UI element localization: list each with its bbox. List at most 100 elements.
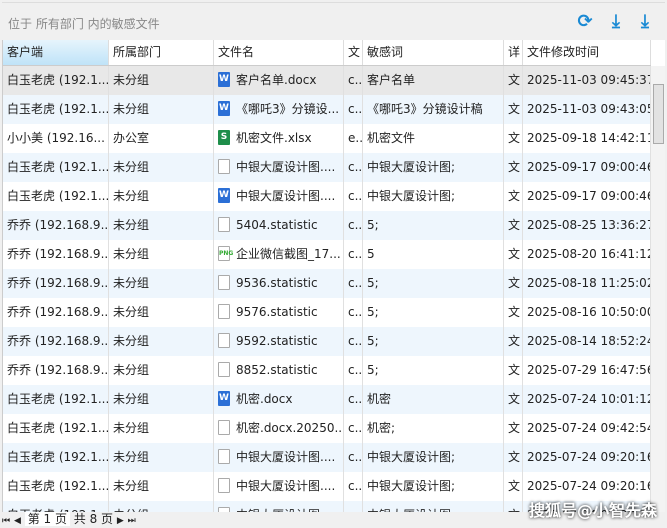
client-text: 白玉老虎 (192.1... xyxy=(7,73,109,87)
client-text: 白玉老虎 (192.1... xyxy=(7,450,109,464)
modified-time-text: 2025-09-18 14:42:11 xyxy=(527,131,651,145)
cell-type: c.. xyxy=(344,153,363,182)
cell-keyword: 5; xyxy=(363,327,504,356)
cell-file: 5404.statistic xyxy=(214,211,344,240)
cell-dept: 未分组 xyxy=(109,269,214,298)
cell-modified-time: 2025-11-03 09:45:37 xyxy=(523,66,651,95)
file-text: 机密.docx xyxy=(236,392,293,406)
dept-text: 未分组 xyxy=(113,450,150,464)
cell-file: 中银大厦设计图.... xyxy=(214,443,344,472)
cell-modified-time: 2025-08-18 11:25:02 xyxy=(523,269,651,298)
modified-time-text: 2025-08-18 11:25:02 xyxy=(527,276,651,290)
dept-text: 未分组 xyxy=(113,218,150,232)
cell-client: 乔乔 (192.168.9... xyxy=(3,240,109,269)
refresh-icon[interactable]: ⟳ xyxy=(574,11,596,33)
cell-dept: 未分组 xyxy=(109,443,214,472)
keyword-text: 5; xyxy=(367,218,379,232)
cell-keyword: 机密; xyxy=(363,414,504,443)
dept-text: 未分组 xyxy=(113,363,150,377)
table-row[interactable]: 乔乔 (192.168.9... 未分组 PNG 企业微信截图_17... c.. 5 文 2… xyxy=(3,240,651,269)
cell-client: 白玉老虎 (192.1... xyxy=(3,66,109,95)
table-row[interactable]: 白玉老虎 (192.1... 未分组 机密.docx.20250... c.. 机密; 文… xyxy=(3,414,651,443)
cell-keyword: 5; xyxy=(363,298,504,327)
client-text: 白玉老虎 (192.1... xyxy=(7,189,109,203)
file-text: 9536.statistic xyxy=(236,276,318,290)
cell-client: 乔乔 (192.168.9... xyxy=(3,211,109,240)
keyword-text: 中银大厦设计图; xyxy=(367,189,456,203)
cell-dept: 未分组 xyxy=(109,66,214,95)
detail-text: 文 xyxy=(508,102,521,116)
cell-modified-time: 2025-11-03 09:43:05 xyxy=(523,95,651,124)
table-row[interactable]: 乔乔 (192.168.9... 未分组 9536.statistic c.. 5; 文 2… xyxy=(3,269,651,298)
table-row[interactable]: 白玉老虎 (192.1... 未分组 W 中银大厦设计图.... c.. 中银大厦设计图;… xyxy=(3,182,651,211)
table-row[interactable]: 白玉老虎 (192.1... 未分组 W 客户名单.docx c.. 客户名单 文 2025-… xyxy=(3,66,651,95)
sensitive-files-table: 客户端 所属部门 文件名文敏感词详文件修改时间 白玉老虎 (192.1... 未分组 W… xyxy=(2,40,665,512)
table-row[interactable]: 白玉老虎 (192.1... 未分组 W 《哪吒3》分镜设... c.. 《哪吒3》分镜设… xyxy=(3,95,651,124)
column-header-file[interactable]: 文件名 xyxy=(214,40,344,65)
modified-time-text: 2025-08-20 16:41:12 xyxy=(527,247,651,261)
file-text: 企业微信截图_17... xyxy=(236,247,341,261)
download-icon[interactable]: ⤓ xyxy=(605,11,627,33)
cell-file: 机密.docx.20250... xyxy=(214,414,344,443)
cell-detail: 文 xyxy=(504,124,523,153)
dept-text: 未分组 xyxy=(113,392,150,406)
column-header-modified-time[interactable]: 文件修改时间 xyxy=(523,40,651,65)
cell-keyword: 5 xyxy=(363,240,504,269)
dept-text: 未分组 xyxy=(113,247,150,261)
word-file-icon: W xyxy=(218,391,230,406)
cell-client: 乔乔 (192.168.9... xyxy=(3,356,109,385)
scrollbar-thumb[interactable] xyxy=(653,84,664,144)
dept-text: 未分组 xyxy=(113,305,150,319)
cell-modified-time: 2025-07-24 10:01:12 xyxy=(523,385,651,414)
column-header-keyword[interactable]: 敏感词 xyxy=(363,40,504,65)
cell-type: c.. xyxy=(344,211,363,240)
cell-keyword: 《哪吒3》分镜设计稿 xyxy=(363,95,504,124)
keyword-text: 《哪吒3》分镜设计稿 xyxy=(367,102,483,116)
column-header-dept[interactable]: 所属部门 xyxy=(109,40,214,65)
cell-file: 8852.statistic xyxy=(214,356,344,385)
file-text: 9576.statistic xyxy=(236,305,318,319)
table-row[interactable]: 乔乔 (192.168.9... 未分组 9576.statistic c.. 5; 文 2… xyxy=(3,298,651,327)
column-header-detail[interactable]: 详 xyxy=(504,40,523,65)
export-icon[interactable]: ⤓ xyxy=(634,11,656,33)
file-icon xyxy=(218,333,230,348)
table-row[interactable]: 白玉老虎 (192.1... 未分组 中银大厦设计图.... c.. 中银大厦设计图; 文… xyxy=(3,443,651,472)
vertical-scrollbar[interactable] xyxy=(651,66,665,512)
type-text: c.. xyxy=(348,189,363,203)
cell-dept: 未分组 xyxy=(109,153,214,182)
client-text: 白玉老虎 (192.1... xyxy=(7,160,109,174)
modified-time-text: 2025-08-25 13:36:27 xyxy=(527,218,651,232)
cell-keyword: 中银大厦设计图; xyxy=(363,501,504,512)
file-text: 中银大厦设计图.... xyxy=(236,160,336,174)
dept-text: 未分组 xyxy=(113,479,150,493)
table-row[interactable]: 白玉老虎 (192.1... 未分组 W 机密.docx c.. 机密 文 2025-07-2… xyxy=(3,385,651,414)
keyword-text: 5 xyxy=(367,247,375,261)
file-icon xyxy=(218,420,230,435)
cell-client: 白玉老虎 (192.1... xyxy=(3,501,109,512)
table-row[interactable]: 小小美 (192.16... 办公室 S 机密文件.xlsx e.. 机密文件 文 2025-… xyxy=(3,124,651,153)
table-row[interactable]: 乔乔 (192.168.9... 未分组 5404.statistic c.. 5; 文 2… xyxy=(3,211,651,240)
type-text: e.. xyxy=(348,131,363,145)
file-icon xyxy=(218,217,230,232)
keyword-text: 5; xyxy=(367,305,379,319)
cell-file: 9576.statistic xyxy=(214,298,344,327)
table-row[interactable]: 乔乔 (192.168.9... 未分组 8852.statistic c.. 5; 文 2… xyxy=(3,356,651,385)
cell-file: W 《哪吒3》分镜设... xyxy=(214,95,344,124)
file-text: 中银大厦设计图.... xyxy=(236,450,336,464)
cell-dept: 未分组 xyxy=(109,240,214,269)
column-header-client[interactable]: 客户端 xyxy=(3,40,109,65)
client-text: 乔乔 (192.168.9... xyxy=(7,363,109,377)
cell-dept: 未分组 xyxy=(109,501,214,512)
table-row[interactable]: 白玉老虎 (192.1... 未分组 中银大厦设计图.... c.. 中银大厦设计图; 文… xyxy=(3,153,651,182)
cell-type: e.. xyxy=(344,124,363,153)
file-text: 8852.statistic xyxy=(236,363,318,377)
client-text: 白玉老虎 (192.1... xyxy=(7,392,109,406)
cell-client: 白玉老虎 (192.1... xyxy=(3,385,109,414)
table-row[interactable]: 乔乔 (192.168.9... 未分组 9592.statistic c.. 5; 文 2… xyxy=(3,327,651,356)
cell-type: c.. xyxy=(344,182,363,211)
modified-time-text: 2025-07-29 16:47:56 xyxy=(527,363,651,377)
cell-keyword: 5; xyxy=(363,356,504,385)
column-header-type[interactable]: 文 xyxy=(344,40,363,65)
cell-modified-time: 2025-09-17 09:00:46 xyxy=(523,153,651,182)
dept-text: 未分组 xyxy=(113,276,150,290)
